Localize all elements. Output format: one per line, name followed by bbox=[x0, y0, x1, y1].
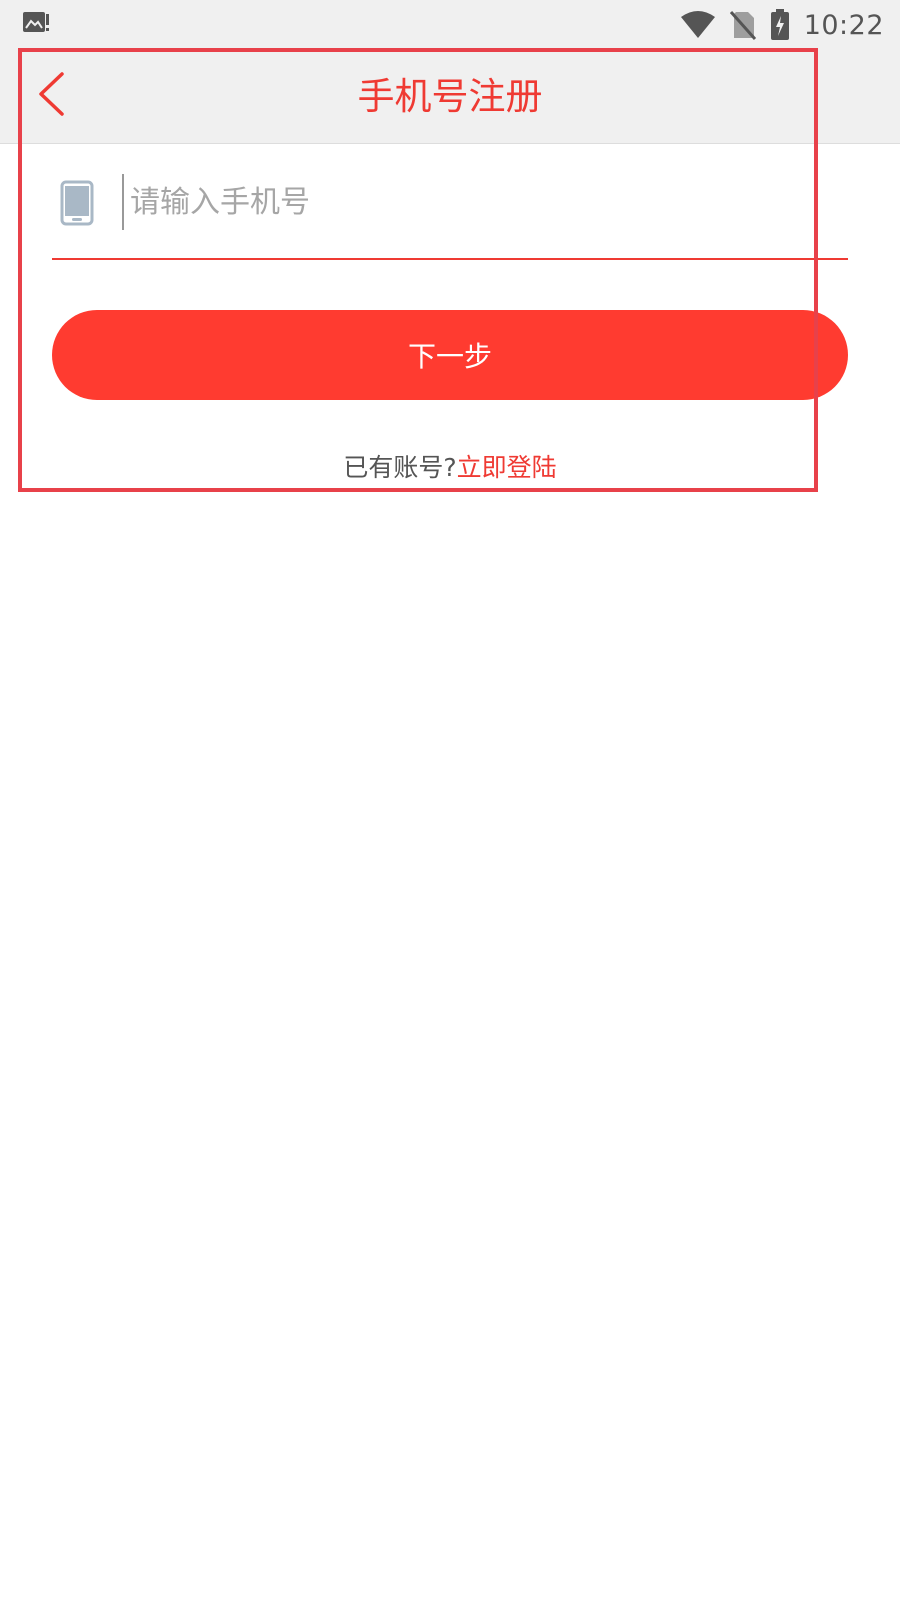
smartphone-icon bbox=[60, 180, 94, 226]
login-prompt-text: 已有账号? bbox=[343, 453, 457, 482]
phone-field-row bbox=[52, 150, 848, 260]
login-link[interactable]: 立即登陆 bbox=[457, 453, 557, 482]
status-icons: 10:22 bbox=[680, 0, 884, 50]
status-time: 10:22 bbox=[803, 9, 884, 41]
chevron-left-icon bbox=[37, 72, 67, 120]
phone-number-input[interactable] bbox=[122, 174, 830, 230]
image-alert-icon bbox=[22, 10, 50, 36]
status-bar: 10:22 bbox=[0, 0, 900, 50]
register-screen: 10:22 手机号注册 下一步 已有账号?立即登陆 bbox=[0, 0, 900, 1600]
wifi-icon bbox=[680, 11, 716, 39]
login-prompt-row: 已有账号?立即登陆 bbox=[0, 448, 900, 488]
no-sim-icon bbox=[729, 10, 756, 40]
next-step-button[interactable]: 下一步 bbox=[52, 310, 848, 400]
battery-charging-icon bbox=[770, 9, 790, 41]
title-bar: 手机号注册 bbox=[0, 50, 900, 144]
back-button[interactable] bbox=[22, 66, 82, 126]
page-title: 手机号注册 bbox=[357, 75, 543, 118]
